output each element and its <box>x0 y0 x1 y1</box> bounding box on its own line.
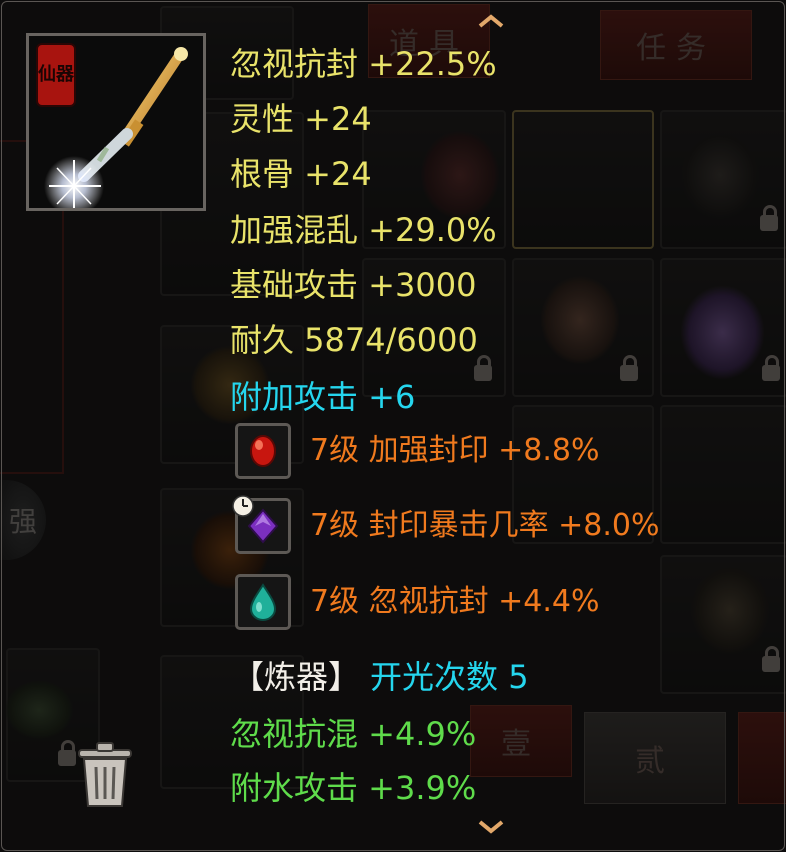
teal-gem-icon <box>249 583 277 621</box>
refine-stat-line: 忽视抗混 +4.9% <box>230 715 477 753</box>
clock-icon <box>232 495 254 517</box>
red-gem-icon <box>250 435 276 467</box>
stat-line: 忽视抗封 +22.5% <box>230 45 497 83</box>
golden-sword-icon <box>44 47 188 208</box>
refine-header: 【炼器】 开光次数 5 <box>232 657 529 697</box>
gem-socket[interactable] <box>235 574 291 630</box>
refine-label: 【炼器】 <box>232 658 361 696</box>
stat-line: 耐久 5874/6000 <box>230 321 478 359</box>
stat-line: 根骨 +24 <box>230 155 372 193</box>
gem-stat-text: 7级 忽视抗封 +4.4% <box>310 584 600 619</box>
refine-count: 开光次数 5 <box>370 658 529 696</box>
item-tooltip: 仙器 忽视抗封 +22.5% 灵性 +24 根骨 +24 加强混乱 +29.0%… <box>0 0 786 852</box>
scroll-down-icon[interactable] <box>478 820 504 834</box>
gem-stat-text: 7级 封印暴击几率 +8.0% <box>310 508 660 543</box>
gem-stat-text: 7级 加强封印 +8.8% <box>310 433 600 468</box>
game-inventory-screen: 道具 任务 壹 贰 强 <box>0 0 786 852</box>
trash-icon[interactable] <box>75 740 135 810</box>
stat-line: 基础攻击 +3000 <box>230 266 477 304</box>
bonus-stat-line: 附加攻击 +6 <box>230 378 416 416</box>
scroll-up-icon[interactable] <box>478 14 504 28</box>
stat-line: 加强混乱 +29.0% <box>230 211 497 249</box>
refine-stat-line: 附水攻击 +3.9% <box>230 769 477 807</box>
item-icon-frame: 仙器 <box>26 33 206 211</box>
stat-line: 灵性 +24 <box>230 100 372 138</box>
gem-socket[interactable] <box>235 423 291 479</box>
